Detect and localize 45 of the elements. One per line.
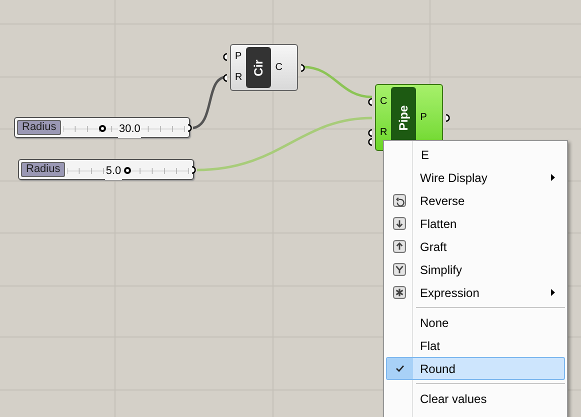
asterisk-icon xyxy=(392,286,406,299)
port-icon[interactable] xyxy=(446,114,452,122)
output-label: C xyxy=(275,62,282,72)
slider-label: Radius xyxy=(17,120,62,135)
up-arrow-icon xyxy=(392,240,406,253)
down-arrow-icon xyxy=(392,217,406,230)
menu-option[interactable]: Flat xyxy=(386,334,565,357)
submenu-arrow-icon xyxy=(551,174,555,181)
input-label: C xyxy=(380,97,388,108)
port-icon[interactable] xyxy=(366,98,372,106)
slider-track[interactable]: 5.0 xyxy=(67,162,189,177)
input-label: P xyxy=(235,52,242,62)
slider-thumb[interactable] xyxy=(124,167,132,174)
input-label: R xyxy=(380,128,388,138)
port-icon[interactable] xyxy=(221,74,227,82)
slider-value: 30.0 xyxy=(118,121,142,138)
submenu-arrow-icon xyxy=(551,289,555,296)
wire xyxy=(302,66,372,98)
slider-thumb[interactable] xyxy=(99,125,106,132)
menu-item[interactable]: Reverse xyxy=(386,189,565,212)
slider-value: 5.0 xyxy=(104,163,122,180)
port-icon[interactable] xyxy=(301,64,307,72)
menu-item[interactable]: Expression xyxy=(386,281,565,304)
slider-label: Radius xyxy=(21,162,66,177)
checkmark-icon xyxy=(396,365,404,372)
number-slider[interactable]: Radius 30.0 xyxy=(14,117,190,138)
undo-arrow-icon xyxy=(392,194,406,207)
port-icon[interactable] xyxy=(192,166,198,174)
output-label: P xyxy=(420,112,427,122)
menu-item[interactable]: Clear values xyxy=(386,387,565,410)
slider-track[interactable]: 30.0 xyxy=(63,120,185,135)
menu-item[interactable]: Flatten xyxy=(386,212,565,235)
input-label: R xyxy=(235,72,242,83)
menu-item[interactable]: Wire Display xyxy=(386,166,565,189)
menu-option[interactable]: None xyxy=(386,311,565,334)
tick-marks-icon xyxy=(63,126,185,132)
menu-item[interactable]: Simplify xyxy=(386,258,565,281)
funnel-icon xyxy=(392,263,406,276)
port-icon[interactable] xyxy=(221,53,227,62)
menu-item[interactable]: Graft xyxy=(386,235,565,258)
number-slider[interactable]: Radius 5.0 xyxy=(18,159,194,180)
port-icon[interactable] xyxy=(188,124,194,132)
component-title: Cir xyxy=(246,47,272,88)
tick-marks-icon xyxy=(67,168,189,174)
menu-option[interactable]: Round xyxy=(386,357,565,380)
